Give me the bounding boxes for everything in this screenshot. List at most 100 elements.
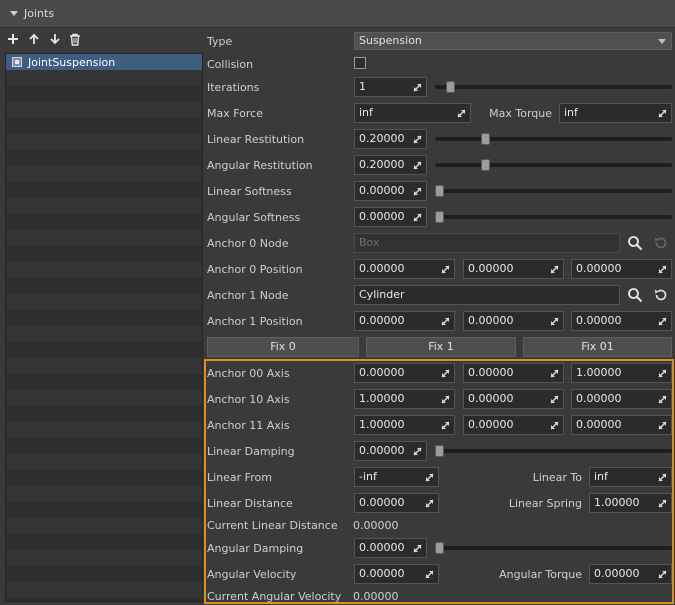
anchor1-search-button[interactable] bbox=[627, 287, 643, 303]
drag-handle-icon[interactable] bbox=[657, 264, 668, 275]
anchor11-axis-y[interactable]: 0.00000 bbox=[463, 415, 564, 435]
anchor10-axis-y[interactable]: 0.00000 bbox=[463, 389, 564, 409]
angular-torque-field[interactable]: 0.00000 bbox=[589, 564, 672, 584]
drag-handle-icon[interactable] bbox=[657, 316, 668, 327]
drag-handle-icon[interactable] bbox=[549, 394, 560, 405]
angular-restitution-slider[interactable] bbox=[435, 157, 672, 173]
drag-handle-icon[interactable] bbox=[440, 394, 451, 405]
slider-handle[interactable] bbox=[481, 133, 490, 145]
iterations-slider[interactable] bbox=[435, 79, 672, 95]
linear-from-field[interactable]: -inf bbox=[354, 467, 439, 487]
linear-restitution-slider[interactable] bbox=[435, 131, 672, 147]
drag-handle-icon[interactable] bbox=[412, 186, 423, 197]
slider-handle[interactable] bbox=[435, 542, 444, 554]
angular-softness-field[interactable]: 0.00000 bbox=[354, 207, 427, 227]
drag-handle-icon[interactable] bbox=[549, 264, 560, 275]
delete-joint-button[interactable] bbox=[66, 30, 84, 48]
max-torque-field[interactable]: inf bbox=[559, 103, 672, 123]
list-row bbox=[6, 262, 202, 278]
slider-handle[interactable] bbox=[435, 211, 444, 223]
anchor0-position-x[interactable]: 0.00000 bbox=[354, 259, 455, 279]
drag-handle-icon[interactable] bbox=[657, 394, 668, 405]
slider-handle[interactable] bbox=[435, 185, 444, 197]
drag-handle-icon[interactable] bbox=[412, 543, 423, 554]
drag-handle-icon[interactable] bbox=[424, 498, 435, 509]
drag-handle-icon[interactable] bbox=[549, 316, 560, 327]
list-row bbox=[6, 438, 202, 454]
slider-handle[interactable] bbox=[435, 445, 444, 457]
linear-damping-field[interactable]: 0.00000 bbox=[354, 441, 427, 461]
drag-handle-icon[interactable] bbox=[440, 316, 451, 327]
slider-handle[interactable] bbox=[446, 81, 455, 93]
collapse-triangle-icon[interactable] bbox=[10, 11, 18, 16]
drag-handle-icon[interactable] bbox=[549, 420, 560, 431]
list-item[interactable]: JointSuspension bbox=[6, 54, 202, 70]
drag-handle-icon[interactable] bbox=[424, 472, 435, 483]
linear-to-field[interactable]: inf bbox=[589, 467, 672, 487]
anchor0-node-field[interactable]: Box bbox=[354, 233, 620, 253]
fix-01-button[interactable]: Fix 01 bbox=[523, 337, 672, 357]
angular-softness-slider[interactable] bbox=[435, 209, 672, 225]
drag-handle-icon[interactable] bbox=[657, 569, 668, 580]
drag-handle-icon[interactable] bbox=[440, 420, 451, 431]
anchor0-search-button[interactable] bbox=[627, 235, 643, 251]
move-down-button[interactable] bbox=[46, 30, 64, 48]
linear-damping-slider[interactable] bbox=[435, 443, 672, 459]
linear-distance-field[interactable]: 0.00000 bbox=[354, 493, 439, 513]
collision-checkbox[interactable] bbox=[354, 57, 366, 69]
drag-handle-icon[interactable] bbox=[657, 368, 668, 379]
linear-softness-slider[interactable] bbox=[435, 183, 672, 199]
drag-handle-icon[interactable] bbox=[657, 108, 668, 119]
fix-1-button[interactable]: Fix 1 bbox=[366, 337, 516, 357]
drag-handle-icon[interactable] bbox=[657, 498, 668, 509]
drag-handle-icon[interactable] bbox=[657, 472, 668, 483]
anchor00-axis-z[interactable]: 1.00000 bbox=[571, 363, 672, 383]
anchor11-axis-z[interactable]: 0.00000 bbox=[571, 415, 672, 435]
anchor10-axis-z[interactable]: 0.00000 bbox=[571, 389, 672, 409]
anchor10-axis-x[interactable]: 1.00000 bbox=[354, 389, 455, 409]
angular-velocity-field[interactable]: 0.00000 bbox=[354, 564, 439, 584]
linear-restitution-field[interactable]: 0.20000 bbox=[354, 129, 427, 149]
anchor1-position-x[interactable]: 0.00000 bbox=[354, 311, 455, 331]
anchor1-position-y[interactable]: 0.00000 bbox=[463, 311, 564, 331]
drag-handle-icon[interactable] bbox=[424, 569, 435, 580]
drag-handle-icon[interactable] bbox=[549, 368, 560, 379]
drag-handle-icon[interactable] bbox=[412, 134, 423, 145]
linear-spring-field[interactable]: 1.00000 bbox=[589, 493, 672, 513]
drag-handle-icon[interactable] bbox=[456, 108, 467, 119]
fix-0-button[interactable]: Fix 0 bbox=[207, 337, 359, 357]
anchor0-position-z[interactable]: 0.00000 bbox=[571, 259, 672, 279]
type-select[interactable]: Suspension bbox=[354, 32, 672, 50]
drag-handle-icon[interactable] bbox=[440, 368, 451, 379]
angular-damping-slider[interactable] bbox=[435, 540, 672, 556]
joints-section-header[interactable]: Joints bbox=[0, 0, 675, 28]
linear-softness-field[interactable]: 0.00000 bbox=[354, 181, 427, 201]
anchor0-reset-button[interactable] bbox=[653, 235, 669, 251]
angular-damping-field[interactable]: 0.00000 bbox=[354, 538, 427, 558]
anchor1-reset-button[interactable] bbox=[653, 287, 669, 303]
max-force-field[interactable]: inf bbox=[354, 103, 471, 123]
drag-handle-icon[interactable] bbox=[657, 420, 668, 431]
anchor1-node-field[interactable]: Cylinder bbox=[354, 285, 620, 305]
move-up-button[interactable] bbox=[25, 30, 43, 48]
drag-handle-icon[interactable] bbox=[412, 446, 423, 457]
drag-handle-icon[interactable] bbox=[412, 160, 423, 171]
angular-softness-label: Angular Softness bbox=[207, 211, 301, 224]
list-row bbox=[6, 470, 202, 486]
anchor0-position-y[interactable]: 0.00000 bbox=[463, 259, 564, 279]
slider-track bbox=[435, 215, 672, 219]
add-joint-button[interactable] bbox=[4, 30, 22, 48]
anchor1-position-z[interactable]: 0.00000 bbox=[571, 311, 672, 331]
drag-handle-icon[interactable] bbox=[412, 82, 423, 93]
anchor00-axis-y[interactable]: 0.00000 bbox=[463, 363, 564, 383]
joint-enabled-checkbox[interactable] bbox=[12, 57, 22, 67]
anchor00-axis-x[interactable]: 0.00000 bbox=[354, 363, 455, 383]
drag-handle-icon[interactable] bbox=[440, 264, 451, 275]
iterations-field[interactable]: 1 bbox=[354, 77, 427, 97]
anchor11-axis-x[interactable]: 1.00000 bbox=[354, 415, 455, 435]
angular-restitution-field[interactable]: 0.20000 bbox=[354, 155, 427, 175]
slider-handle[interactable] bbox=[481, 159, 490, 171]
joints-list[interactable]: JointSuspension bbox=[5, 53, 203, 602]
drag-handle-icon[interactable] bbox=[412, 212, 423, 223]
list-row bbox=[6, 102, 202, 118]
